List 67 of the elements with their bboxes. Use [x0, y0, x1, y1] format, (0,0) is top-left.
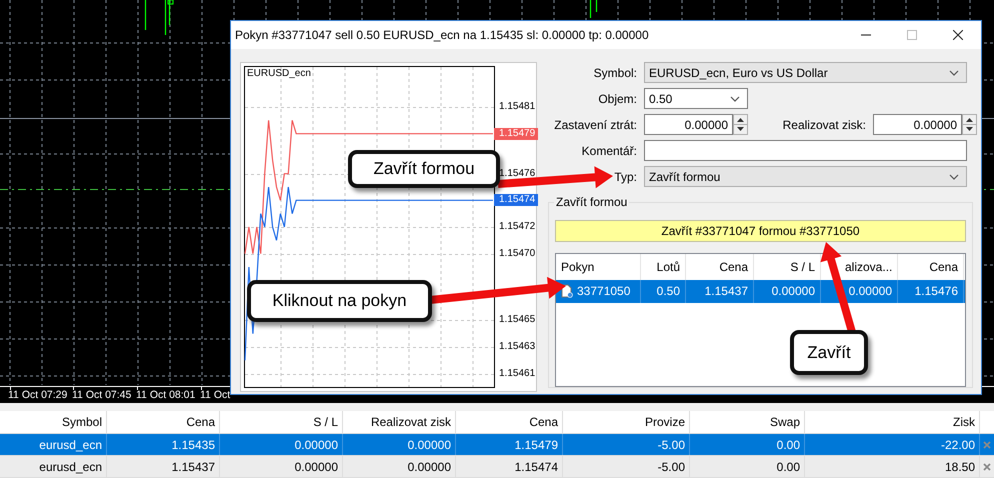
order-row[interactable]: 33771050 0.50 1.15437 0.00000 0.00000 1.15476 — [556, 280, 965, 303]
price-label: 1.15476 — [499, 168, 536, 180]
group-title: Zavřít formou — [554, 196, 630, 209]
column-header: S / L — [220, 411, 343, 433]
window-title: Pokyn #33771047 sell 0.50 EURUSD_ecn na 1.15435 sl: 0.00000 tp: 0.00000 — [235, 28, 650, 42]
position-row[interactable]: eurusd_ecn 1.15435 0.00000 0.00000 1.15479 -5.00 0.00 -22.00 — [0, 434, 994, 456]
callout: Zavřít — [790, 330, 868, 375]
field-label: Symbol: — [592, 66, 637, 80]
table-cell: 1.15435 — [107, 434, 220, 455]
table-cell: eurusd_ecn — [0, 434, 107, 455]
time-label: 11 Oct 07:45 — [72, 389, 132, 401]
column-header: Cena — [107, 411, 220, 433]
field-label: Zastavení ztrát: — [553, 118, 637, 132]
table-cell: 0.00000 — [848, 284, 892, 298]
table-cell: 0.00000 — [220, 456, 343, 477]
price-label: 1.15481 — [499, 101, 536, 113]
field-label: Typ: — [613, 170, 637, 184]
chart-title: EURUSD_ecn — [247, 68, 311, 79]
position-row[interactable]: eurusd_ecn 1.15437 0.00000 0.00000 1.15474 -5.00 0.00 18.50 — [0, 456, 994, 478]
table-cell: -22.00 — [805, 434, 980, 455]
stop-loss-field[interactable]: 0.00000 — [644, 114, 733, 135]
type-dropdown[interactable]: Zavřít formou — [644, 166, 967, 187]
dropdown-value: Zavřít formou — [649, 170, 720, 184]
symbol-dropdown[interactable]: EURUSD_ecn, Euro vs US Dollar — [644, 62, 967, 83]
field-label: Objem: — [597, 92, 637, 106]
table-cell: 0.50 — [656, 284, 680, 298]
price-label: 1.15461 — [499, 368, 536, 380]
dropdown-value: EURUSD_ecn, Euro vs US Dollar — [649, 66, 828, 80]
column-header: Realizovat zisk — [343, 411, 456, 433]
price-label: 1.15463 — [499, 341, 536, 353]
callout: Kliknout na pokyn — [247, 280, 432, 322]
table-cell: 0.00000 — [343, 456, 456, 477]
column-header: Zisk — [805, 411, 980, 433]
close-by-button[interactable]: Zavřít #33771047 formou #33771050 — [555, 220, 966, 242]
table-cell: 1.15437 — [704, 284, 748, 298]
take-profit-field[interactable]: 0.00000 — [873, 114, 962, 135]
time-label: 11 Oct 07:29 — [8, 389, 68, 401]
field-label: Realizovat zisk: — [782, 118, 866, 132]
table-cell: 0.00000 — [220, 434, 343, 455]
table-cell: 1.15474 — [456, 456, 563, 477]
column-header: Cena — [456, 411, 563, 433]
table-cell: 0.00 — [690, 434, 805, 455]
table-cell: 0.00000 — [343, 434, 456, 455]
field-label: Komentář: — [580, 144, 637, 158]
table-cell: -5.00 — [563, 434, 690, 455]
price-badge: 1.15474 — [494, 194, 538, 206]
table-cell: 1.15476 — [914, 284, 958, 298]
price-label: 1.15470 — [499, 248, 536, 260]
time-label: 11 Oct 08:01 — [136, 389, 196, 401]
table-cell: 18.50 — [805, 456, 980, 477]
column-header: Swap — [690, 411, 805, 433]
price-label: 1.15465 — [499, 314, 536, 326]
dropdown-value: 0.50 — [649, 92, 672, 106]
column-header: Symbol — [0, 411, 107, 433]
table-cell: 1.15437 — [107, 456, 220, 477]
table-cell: eurusd_ecn — [0, 456, 107, 477]
price-badge: 1.15479 — [494, 128, 538, 140]
column-header: Provize — [563, 411, 690, 433]
price-label: 1.15472 — [499, 221, 536, 233]
time-label: 11 Oct — [200, 389, 230, 401]
callout: Zavřít formou — [348, 150, 500, 188]
table-cell: -5.00 — [563, 456, 690, 477]
table-cell: 1.15479 — [456, 434, 563, 455]
table-cell: 33771050 — [577, 284, 630, 298]
table-cell: 0.00000 — [772, 284, 815, 298]
volume-dropdown[interactable]: 0.50 — [644, 88, 748, 109]
table-cell: 0.00 — [690, 456, 805, 477]
